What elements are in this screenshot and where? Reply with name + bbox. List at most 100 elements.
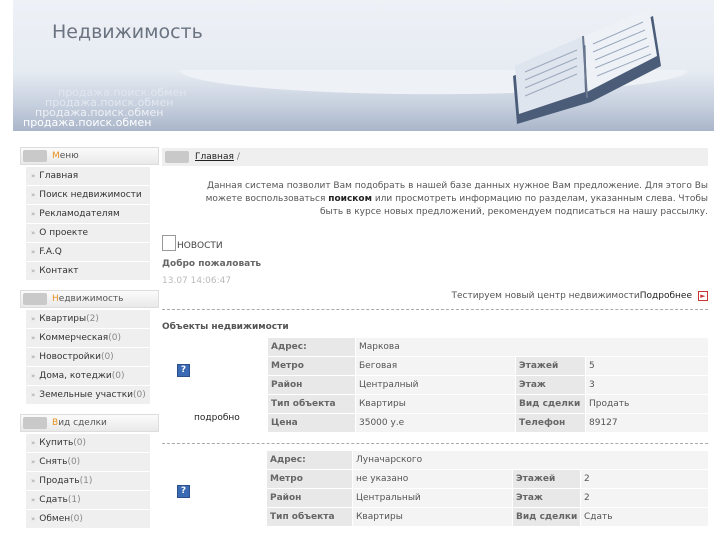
item-count: (0) xyxy=(100,352,114,362)
menu-item-about[interactable]: » О проекте xyxy=(26,224,150,242)
address-value: Луначарского xyxy=(352,450,709,470)
item-count: (0) xyxy=(70,514,83,524)
realty-header: Недвижимость xyxy=(20,290,159,308)
metro-label: Метро xyxy=(267,356,356,376)
menu-item-label: Дома, котеджи xyxy=(39,371,112,381)
floors-label: Этажей xyxy=(512,469,581,489)
bullet-icon: » xyxy=(31,458,36,466)
menu-item-label: Продать xyxy=(39,476,80,486)
news-title: НОВОСТИ xyxy=(177,241,223,251)
menu-item-let[interactable]: » Сдать (1) xyxy=(26,491,150,509)
menu-item-label: Квартиры xyxy=(39,314,87,324)
bullet-icon: » xyxy=(31,439,36,447)
address-value: Маркова xyxy=(355,337,709,357)
search-link[interactable]: поиском xyxy=(328,194,372,204)
intro-text: Данная система позволит Вам подобрать в … xyxy=(162,180,708,219)
menu-item-label: Коммерческая xyxy=(39,333,109,343)
menu-item-exchange[interactable]: » Обмен (0) xyxy=(26,510,150,528)
phone-label: Телефон xyxy=(515,413,586,433)
menu-item-label: Главная xyxy=(39,171,79,181)
menu-item-land[interactable]: » Земельные участки (0) xyxy=(26,386,150,404)
address-label: Адрес: xyxy=(266,450,353,470)
menu-item-sell[interactable]: » Продать (1) xyxy=(26,472,150,490)
menu-item-label: Контакт xyxy=(39,266,79,276)
district-label: Район xyxy=(267,375,356,395)
menu-item-buy[interactable]: » Купить (0) xyxy=(26,434,150,452)
divider xyxy=(162,309,708,310)
menu-item-label: Поиск недвижимости xyxy=(39,190,142,200)
header-banner: Недвижимость продажа.поиск.обмен продажа… xyxy=(13,0,714,131)
menu-item-label: F.A.Q xyxy=(39,247,62,257)
menu-item-label: Земельные участки xyxy=(39,390,134,400)
menu-item-label: Снять xyxy=(39,457,68,467)
metro-label: Метро xyxy=(266,469,353,489)
bullet-icon: » xyxy=(31,315,36,323)
sidebar: Меню » Главная » Поиск недвижимости » Рекла… xyxy=(20,147,159,538)
deal-label: Вид сделки xyxy=(512,507,581,527)
menu-item-rent[interactable]: » Снять (0) xyxy=(26,453,150,471)
menu-item-contact[interactable]: » Контакт xyxy=(26,262,150,280)
details-link[interactable]: подробно xyxy=(194,413,240,423)
realty-menu: » Квартиры (2) » Коммерческая (0) » Новострой… xyxy=(26,310,150,404)
bullet-icon: » xyxy=(31,353,36,361)
menu-item-label: Сдать xyxy=(39,495,68,505)
floor-value: 3 xyxy=(585,375,709,395)
address-label: Адрес: xyxy=(267,337,356,357)
menu-item-home[interactable]: » Главная xyxy=(26,167,150,185)
news-item: Тестируем новый центр недвижимости Подро… xyxy=(162,291,708,301)
news-date: 13.07 14:06:47 xyxy=(162,276,232,286)
menu-item-newbuilds[interactable]: » Новостройки (0) xyxy=(26,348,150,366)
news-more-link[interactable]: Подробнее xyxy=(640,291,692,301)
menu-title-first: М xyxy=(52,151,60,161)
type-value: Квартиры xyxy=(355,394,516,414)
realty-title: едвижимость xyxy=(58,294,124,304)
bullet-icon: » xyxy=(31,391,36,399)
menu-item-apartments[interactable]: » Квартиры (2) xyxy=(26,310,150,328)
menu-item-houses[interactable]: » Дома, котеджи (0) xyxy=(26,367,150,385)
type-label: Тип объекта xyxy=(267,394,356,414)
breadcrumb-separator: / xyxy=(236,152,240,162)
district-value: Централный xyxy=(355,375,516,395)
header-icon xyxy=(165,151,189,163)
breadcrumb: Главная / xyxy=(162,148,708,166)
bullet-icon: » xyxy=(31,248,36,256)
metro-value: не указано xyxy=(352,469,513,489)
photo-placeholder-icon[interactable]: ? xyxy=(177,364,190,377)
object-card: ? Адрес: Луначарского Метро не указано Э… xyxy=(162,450,709,545)
floor-label: Этаж xyxy=(512,488,581,508)
breadcrumb-home-link[interactable]: Главная xyxy=(195,152,234,162)
deal-value: Сдать xyxy=(580,507,709,527)
news-item-title: Добро пожаловать xyxy=(162,259,262,269)
district-label: Район xyxy=(266,488,353,508)
arrow-right-icon[interactable]: ► xyxy=(698,291,708,301)
deal-label: Вид сделки xyxy=(515,394,586,414)
floors-label: Этажей xyxy=(515,356,586,376)
menu-item-commercial[interactable]: » Коммерческая (0) xyxy=(26,329,150,347)
menu-item-advertisers[interactable]: » Рекламодателям xyxy=(26,205,150,223)
bullet-icon: » xyxy=(31,515,36,523)
menu-item-faq[interactable]: » F.A.Q xyxy=(26,243,150,261)
divider xyxy=(162,443,708,444)
realty-title-first: Н xyxy=(52,294,59,304)
menu-header: Меню xyxy=(20,147,159,165)
main-content: Главная / Данная система позволит Вам по… xyxy=(162,148,709,545)
item-count: (1) xyxy=(67,495,81,505)
object-card: ? подробно Адрес: Маркова Метро Беговая … xyxy=(162,337,709,437)
type-label: Тип объекта xyxy=(266,507,353,527)
deal-header: Вид сделки xyxy=(20,414,159,432)
main-menu: » Главная » Поиск недвижимости » Рекламодат… xyxy=(26,167,150,280)
photo-placeholder-icon[interactable]: ? xyxy=(177,485,190,498)
type-value: Квартиры xyxy=(352,507,513,527)
menu-item-label: Новостройки xyxy=(39,352,101,362)
bullet-icon: » xyxy=(31,477,36,485)
site-title: Недвижимость xyxy=(52,21,203,43)
item-count: (0) xyxy=(108,333,121,343)
object-table: Адрес: Маркова Метро Беговая Этажей 5 Ра… xyxy=(267,337,709,433)
header-icon xyxy=(23,417,47,429)
bullet-icon: » xyxy=(31,496,36,504)
menu-title: еню xyxy=(59,151,79,161)
district-value: Центральный xyxy=(352,488,513,508)
news-icon xyxy=(162,235,176,251)
intro-part: или просмотреть информацию по разделам, … xyxy=(319,194,708,217)
menu-item-search[interactable]: » Поиск недвижимости xyxy=(26,186,150,204)
